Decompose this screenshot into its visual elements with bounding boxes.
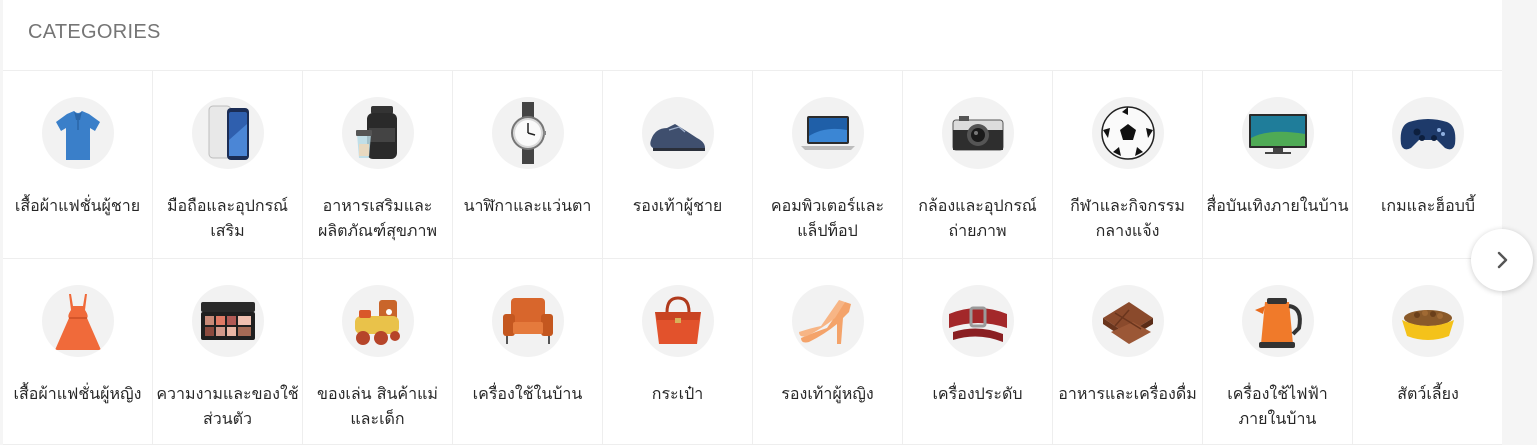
- category-label: เครื่องประดับ: [932, 384, 1023, 403]
- chocolate-icon: [1091, 285, 1164, 357]
- category-accessories[interactable]: เครื่องประดับ: [903, 259, 1053, 445]
- category-label: กีฬาและกิจกรรมกลางแจ้ง: [1070, 196, 1185, 240]
- electric-kettle-icon: [1241, 285, 1314, 357]
- category-computers[interactable]: คอมพิวเตอร์และแล็ปท็อป: [753, 71, 903, 259]
- category-label: กล้องและอุปกรณ์ถ่ายภาพ: [918, 196, 1037, 240]
- category-food-drinks[interactable]: อาหารและเครื่องดื่ม: [1053, 259, 1203, 445]
- category-home-living[interactable]: เครื่องใช้ในบ้าน: [453, 259, 603, 445]
- category-label: คอมพิวเตอร์และแล็ปท็อป: [770, 196, 885, 240]
- category-label: ของเล่น สินค้าแม่และเด็ก: [317, 384, 438, 428]
- camera-icon: [941, 97, 1014, 169]
- category-label: เกมและฮ็อบบี้: [1380, 196, 1476, 215]
- supplement-jar-icon: [341, 97, 414, 169]
- category-label: เครื่องใช้ไฟฟ้าภายในบ้าน: [1227, 384, 1328, 428]
- category-health[interactable]: อาหารเสริมและผลิตภัณฑ์สุขภาพ: [303, 71, 453, 259]
- women-dress-icon: [41, 285, 114, 357]
- handbag-icon: [641, 285, 714, 357]
- category-women-shoes[interactable]: รองเท้าผู้หญิง: [753, 259, 903, 445]
- next-page-button[interactable]: [1471, 229, 1533, 291]
- makeup-palette-icon: [191, 285, 264, 357]
- category-mobile[interactable]: มือถือและอุปกรณ์เสริม: [153, 71, 303, 259]
- wristwatch-icon: [491, 97, 564, 169]
- category-men-shoes[interactable]: รองเท้าผู้ชาย: [603, 71, 753, 259]
- category-label: กระเป๋า: [651, 384, 704, 403]
- category-label: นาฬิกาและแว่นตา: [463, 196, 592, 215]
- category-label: รองเท้าผู้หญิง: [781, 384, 874, 403]
- category-women-fashion[interactable]: เสื้อผ้าแฟชั่นผู้หญิง: [3, 259, 153, 445]
- category-home-entertainment[interactable]: สื่อบันเทิงภายในบ้าน: [1203, 71, 1353, 259]
- category-appliances[interactable]: เครื่องใช้ไฟฟ้าภายในบ้าน: [1203, 259, 1353, 445]
- category-label: เสื้อผ้าแฟชั่นผู้ชาย: [14, 196, 141, 215]
- laptop-icon: [791, 97, 864, 169]
- gamepad-icon: [1392, 97, 1464, 169]
- category-toys-baby[interactable]: ของเล่น สินค้าแม่และเด็ก: [303, 259, 453, 445]
- category-bags[interactable]: กระเป๋า: [603, 259, 753, 445]
- category-label: สัตว์เลี้ยง: [1397, 384, 1459, 403]
- category-pets[interactable]: สัตว์เลี้ยง: [1353, 259, 1503, 445]
- category-watches[interactable]: นาฬิกาและแว่นตา: [453, 71, 603, 259]
- soccer-ball-icon: [1091, 97, 1164, 169]
- page-background-strip: [1502, 0, 1537, 445]
- category-men-fashion[interactable]: เสื้อผ้าแฟชั่นผู้ชาย: [3, 71, 153, 259]
- category-label: รองเท้าผู้ชาย: [632, 196, 723, 215]
- category-label: สื่อบันเทิงภายในบ้าน: [1206, 196, 1349, 215]
- high-heel-icon: [791, 285, 864, 357]
- category-sports[interactable]: กีฬาและกิจกรรมกลางแจ้ง: [1053, 71, 1203, 259]
- categories-grid: เสื้อผ้าแฟชั่นผู้ชาย มือถือและอุปกรณ์เสร…: [3, 71, 1503, 445]
- smartphone-icon: [191, 97, 264, 169]
- category-label: อาหารเสริมและผลิตภัณฑ์สุขภาพ: [317, 196, 438, 240]
- category-label: ความงามและของใช้ส่วนตัว: [156, 384, 299, 428]
- chevron-right-icon: [1497, 251, 1508, 269]
- category-label: มือถือและอุปกรณ์เสริม: [166, 196, 289, 240]
- category-games[interactable]: เกมและฮ็อบบี้: [1353, 71, 1503, 259]
- categories-header: CATEGORIES: [3, 0, 1502, 71]
- men-shirt-icon: [41, 97, 114, 169]
- men-shoe-icon: [641, 97, 714, 169]
- toy-train-icon: [341, 285, 414, 357]
- category-label: เครื่องใช้ในบ้าน: [472, 384, 583, 403]
- pet-bowl-icon: [1392, 285, 1464, 357]
- belt-icon: [941, 285, 1014, 357]
- category-cameras[interactable]: กล้องและอุปกรณ์ถ่ายภาพ: [903, 71, 1053, 259]
- category-beauty[interactable]: ความงามและของใช้ส่วนตัว: [153, 259, 303, 445]
- television-icon: [1241, 97, 1314, 169]
- section-title: CATEGORIES: [28, 20, 161, 43]
- armchair-icon: [491, 285, 564, 357]
- categories-panel: CATEGORIES เสื้อผ้าแฟชั่นผู้ชาย มือถือแล…: [3, 0, 1503, 445]
- category-label: เสื้อผ้าแฟชั่นผู้หญิง: [13, 384, 142, 403]
- category-label: อาหารและเครื่องดื่ม: [1058, 384, 1197, 403]
